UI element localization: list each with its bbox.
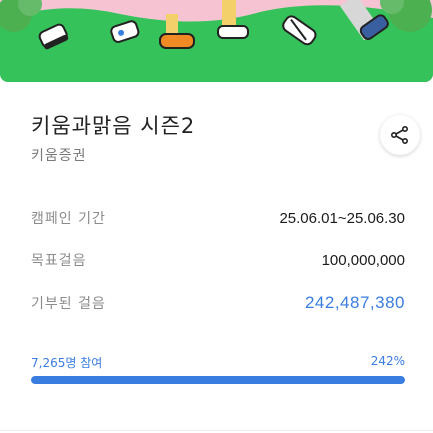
goal-steps-value: 100,000,000 xyxy=(321,251,405,269)
campaign-banner xyxy=(0,0,433,82)
campaign-title: 키움과맑음 시즌2 xyxy=(31,114,196,138)
walking-feet-illustration xyxy=(0,0,433,82)
share-button[interactable] xyxy=(380,115,420,155)
info-row-period: 캠페인 기간 25.06.01~25.06.30 xyxy=(31,207,405,229)
share-icon xyxy=(390,125,409,145)
period-value: 25.06.01~25.06.30 xyxy=(279,209,405,227)
progress-percent: 242% xyxy=(370,354,405,368)
goal-steps-label: 목표걸음 xyxy=(31,253,87,269)
info-row-donated: 기부된 걸음 242,487,380 xyxy=(31,292,405,314)
progress-bar-fill xyxy=(31,376,405,384)
donated-steps-value: 242,487,380 xyxy=(304,293,405,312)
period-label: 캠페인 기간 xyxy=(31,211,106,227)
participants-count: 7,265명 참여 xyxy=(31,356,103,370)
divider xyxy=(0,430,433,431)
donated-steps-label: 기부된 걸음 xyxy=(31,296,106,312)
campaign-header: 키움과맑음 시즌2 키움증권 xyxy=(31,112,401,165)
progress-meta: 7,265명 참여 242% xyxy=(31,354,405,371)
organization-name: 키움증권 xyxy=(31,148,87,164)
info-row-goal: 목표걸음 100,000,000 xyxy=(31,249,405,271)
progress-bar xyxy=(31,376,405,384)
